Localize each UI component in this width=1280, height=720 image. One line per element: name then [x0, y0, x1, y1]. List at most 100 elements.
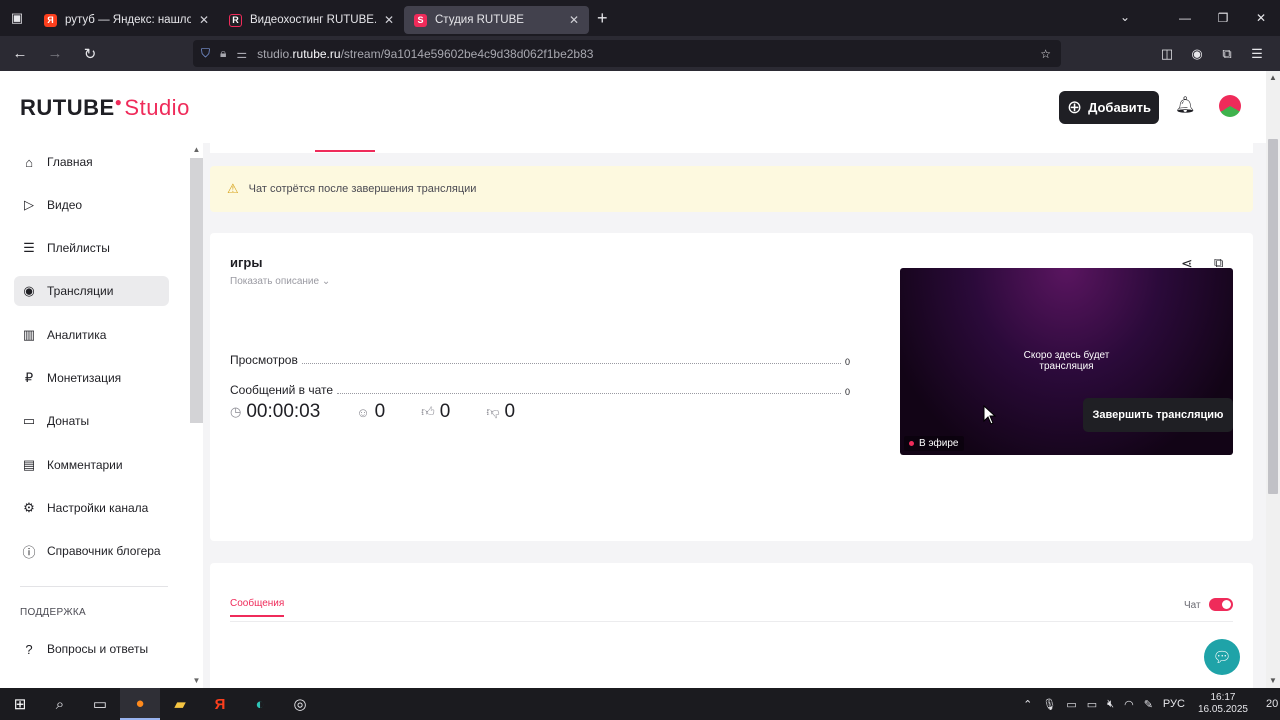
windows-taskbar: ⊞ ⌕ ▭ ● ▰ Я ◐ ◎ ⌃ 🎙︎ ▭ ▭ 🔇︎ ◠ ✎ РУС 16:1… — [0, 688, 1280, 720]
support-section-title: ПОДДЕРЖКА — [20, 607, 86, 618]
browser-tab-yandex[interactable]: Я рутуб — Яндекс: нашлось 3 млн ✕ — [34, 6, 219, 34]
home-icon: ⌂ — [25, 154, 33, 170]
broadcast-icon: ◉ — [23, 283, 35, 298]
notifications-icon[interactable]: 20 — [1256, 698, 1280, 710]
sidebar-item-comments[interactable]: ▤ Комментарии — [14, 450, 169, 480]
shield-icon[interactable]: ⛉ — [201, 46, 210, 61]
plus-icon: ⊕ — [1066, 97, 1083, 117]
bookmark-star-icon[interactable]: ☆ — [1040, 47, 1051, 61]
pocket-icon[interactable]: ◫ — [1152, 46, 1182, 62]
address-bar[interactable]: ⛉ 🔒︎ ⚌ studio.rutube.ru/stream/9a1014e59… — [193, 40, 1061, 67]
minimize-icon[interactable]: — — [1166, 0, 1204, 36]
menu-icon[interactable]: ☰ — [1242, 46, 1272, 62]
lock-icon[interactable]: 🔒︎ — [220, 46, 226, 61]
chat-divider — [230, 621, 1233, 622]
tab-messages[interactable]: Сообщения — [230, 598, 285, 617]
scroll-up-icon[interactable]: ▲ — [1266, 73, 1280, 82]
sidebar-item-video[interactable]: ▷ Видео — [14, 190, 169, 220]
close-window-icon[interactable]: ✕ — [1242, 0, 1280, 36]
video-icon: ▷ — [24, 197, 34, 212]
page-scroll-thumb[interactable] — [1268, 139, 1278, 494]
volume-muted-icon[interactable]: 🔇︎ — [1102, 698, 1119, 711]
add-button[interactable]: ⊕ Добавить — [1059, 91, 1159, 124]
clock[interactable]: 16:17 16.05.2025 — [1190, 692, 1256, 716]
browser-tab-studio[interactable]: S Студия RUTUBE ✕ — [404, 6, 589, 34]
preview-message: Скоро здесь будет трансляция — [1023, 350, 1110, 372]
sidebar-item-monetization[interactable]: ₽ Монетизация — [14, 363, 169, 393]
browser-tab-bar: ▣ Я рутуб — Яндекс: нашлось 3 млн ✕ R Ви… — [0, 0, 1280, 36]
analytics-icon: ▥ — [22, 327, 36, 342]
dotted-leader — [301, 363, 841, 364]
live-dot-icon — [909, 441, 914, 446]
sidebar-item-home[interactable]: ⌂ Главная — [14, 147, 169, 177]
task-view-icon[interactable]: ▭ — [80, 688, 120, 720]
settings-icon: ⚙ — [23, 500, 35, 515]
reload-icon[interactable]: ↻ — [75, 39, 105, 69]
system-tray: ⌃ 🎙︎ ▭ ▭ 🔇︎ ◠ ✎ РУС 16:17 16.05.2025 20 — [1018, 688, 1280, 720]
tab-overview-icon[interactable]: ▣ — [0, 0, 34, 36]
tab-list-chevron-icon[interactable]: ⌄ — [1120, 10, 1130, 24]
start-windows-icon[interactable]: ⊞ — [0, 688, 40, 720]
pen-icon[interactable]: ✎ — [1139, 698, 1158, 711]
tray-chevron-icon[interactable]: ⌃ — [1018, 698, 1037, 711]
duration-counter: ◷ 00:00:03 — [230, 401, 321, 422]
browser-tab-rutube[interactable]: R Видеохостинг RUTUBE. Смотрите ✕ — [219, 6, 404, 34]
new-tab-icon[interactable]: + — [597, 8, 608, 29]
end-stream-button[interactable]: Завершить трансляцию — [1083, 398, 1233, 432]
close-tab-icon[interactable]: ✕ — [384, 13, 394, 27]
page-scrollbar[interactable]: ▲ ▼ — [1266, 71, 1280, 688]
permissions-icon[interactable]: ⚌ — [236, 47, 247, 61]
window-controls: — ❐ ✕ — [1166, 0, 1280, 36]
donate-icon: ▭ — [22, 413, 36, 428]
maximize-icon[interactable]: ❐ — [1204, 0, 1242, 36]
warning-icon: ⚠ — [227, 181, 239, 196]
forward-icon[interactable]: → — [40, 39, 70, 69]
info-icon: ⓘ — [22, 544, 36, 560]
url-text[interactable]: studio.rutube.ru/stream/9a1014e59602be4c… — [257, 47, 593, 61]
sidebar-item-broadcasts[interactable]: ◉ Трансляции — [14, 276, 169, 306]
sidebar-item-playlists[interactable]: ☰ Плейлисты — [14, 233, 169, 263]
scroll-down-icon[interactable]: ▼ — [1266, 676, 1280, 685]
network-icon[interactable]: ◠ — [1119, 698, 1139, 711]
back-icon[interactable]: ← — [5, 39, 35, 69]
rutube-studio-logo[interactable]: RUTUBE●Studio — [20, 95, 190, 121]
sidebar: ⌂ Главная ▷ Видео ☰ Плейлисты ◉ Трансляц… — [0, 143, 190, 688]
scroll-down-icon[interactable]: ▼ — [190, 676, 203, 685]
sidebar-scroll-thumb[interactable] — [190, 158, 203, 423]
account-icon[interactable]: ◉ — [1182, 46, 1212, 62]
close-tab-icon[interactable]: ✕ — [569, 13, 579, 27]
scroll-up-icon[interactable]: ▲ — [190, 145, 203, 154]
file-explorer-icon[interactable]: ▰ — [160, 688, 200, 720]
yandex-favicon-icon: Я — [44, 13, 57, 27]
language-indicator[interactable]: РУС — [1158, 698, 1190, 710]
sidebar-item-donations[interactable]: ▭ Донаты — [14, 406, 169, 436]
show-description-toggle[interactable]: Показать описание ⌄ — [230, 276, 330, 287]
obs-icon[interactable]: ◎ — [280, 688, 320, 720]
clock-icon: ◷ — [230, 404, 242, 419]
sidebar-item-faq[interactable]: ? Вопросы и ответы — [14, 634, 169, 664]
close-tab-icon[interactable]: ✕ — [199, 13, 209, 27]
firefox-taskbar-icon[interactable]: ● — [120, 688, 160, 720]
support-chat-button[interactable]: 💬︎ — [1204, 639, 1240, 675]
thumbs-down-icon: 👎︎ — [486, 404, 500, 419]
sidebar-item-channel-settings[interactable]: ⚙ Настройки канала — [14, 493, 169, 523]
sidebar-divider — [20, 586, 168, 587]
sidebar-item-blogger-guide[interactable]: ⓘ Справочник блогера — [14, 536, 169, 566]
sidebar-scrollbar[interactable]: ▲ ▼ — [190, 143, 203, 688]
battery-icon[interactable]: ▭ — [1082, 698, 1102, 711]
yandex-browser-icon[interactable]: Я — [200, 688, 240, 720]
notifications-bell-icon[interactable]: 🔔︎ — [1175, 95, 1195, 115]
edge-icon[interactable]: ◐ — [240, 688, 280, 720]
display-icon[interactable]: ▭ — [1061, 698, 1081, 711]
browser-nav-bar: ← → ↻ ⛉ 🔒︎ ⚌ studio.rutube.ru/stream/9a1… — [0, 36, 1280, 71]
help-icon: ? — [25, 641, 33, 657]
avatar[interactable] — [1219, 95, 1241, 117]
tab-title: Студия RUTUBE — [435, 14, 524, 26]
microphone-icon[interactable]: 🎙︎ — [1037, 698, 1061, 711]
search-icon[interactable]: ⌕ — [40, 688, 80, 720]
extensions-icon[interactable]: ⧉ — [1212, 46, 1242, 62]
sidebar-item-analytics[interactable]: ▥ Аналитика — [14, 320, 169, 350]
chat-toggle[interactable] — [1209, 598, 1233, 611]
active-tab-indicator — [315, 150, 375, 152]
likes-counter: 👍︎ 0 — [421, 401, 451, 422]
